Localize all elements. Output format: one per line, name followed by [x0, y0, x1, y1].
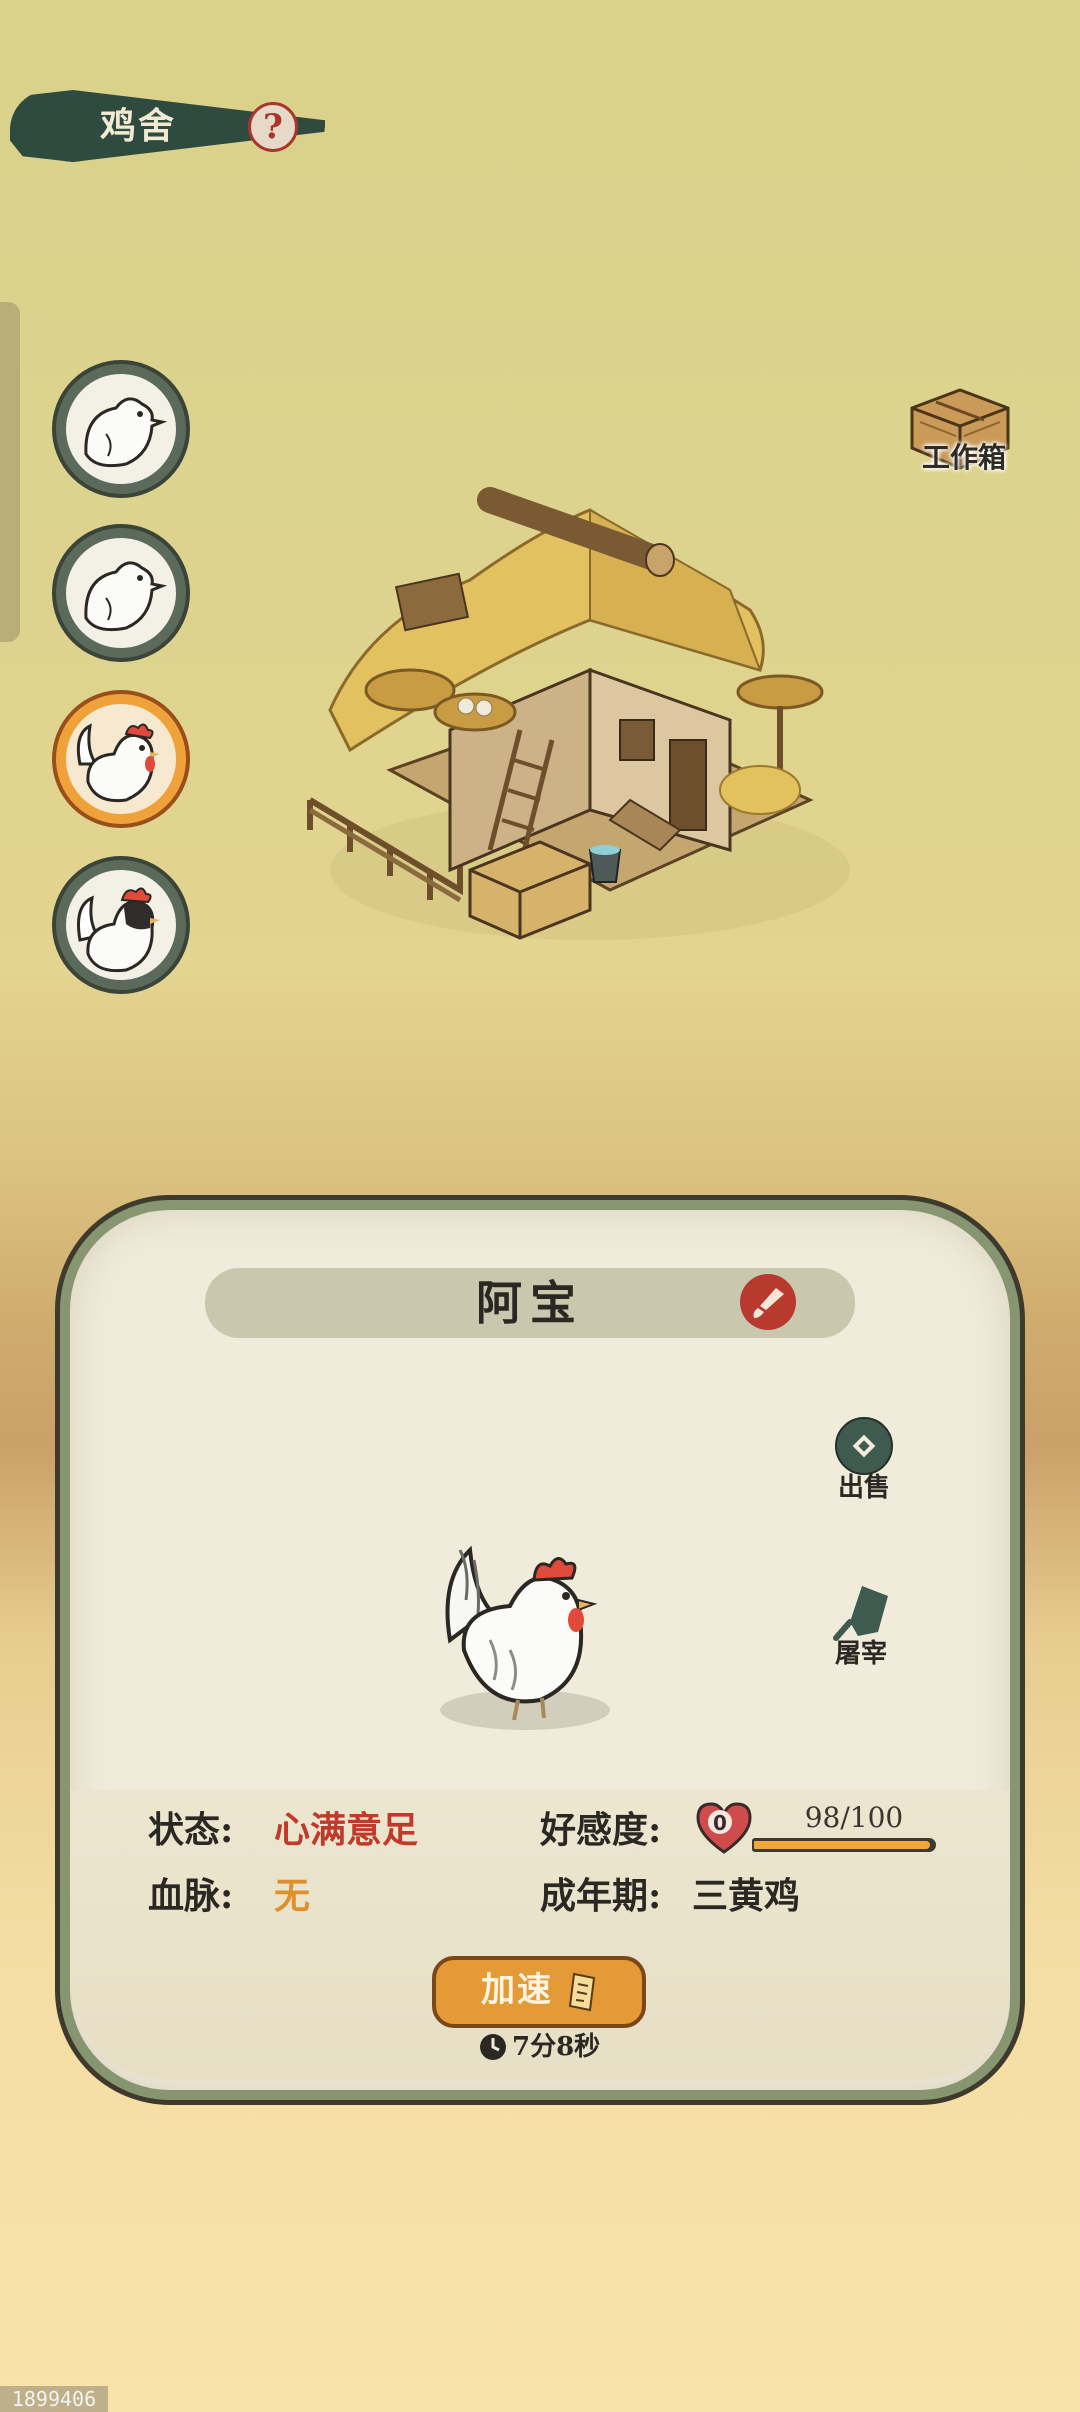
bloodline-label: 血脉: — [148, 1875, 234, 1917]
bloodline-value: 无 — [274, 1875, 311, 1917]
sell-button[interactable]: 出售 — [819, 1472, 909, 1504]
affinity-progress-fill — [754, 1841, 930, 1849]
heart-icon: 0 — [696, 1802, 752, 1854]
chicken-avatar-3-selected[interactable] — [52, 690, 190, 828]
chicken-avatar-2[interactable] — [52, 524, 190, 662]
cleaver-icon[interactable] — [832, 1582, 892, 1642]
black-white-hen-icon — [77, 887, 160, 973]
side-drawer-handle[interactable] — [0, 302, 20, 642]
chicken-avatar-4[interactable] — [52, 856, 190, 994]
status-label: 状态: — [148, 1809, 234, 1851]
rename-button[interactable] — [740, 1274, 796, 1330]
white-hen-icon — [76, 723, 160, 803]
page-title: 鸡舍 — [100, 105, 177, 147]
white-chick-icon — [84, 397, 168, 468]
adult-stage-value: 三黄鸡 — [692, 1875, 801, 1917]
watermark-id: 1899406 — [0, 2386, 108, 2412]
white-hen-figure — [445, 1545, 598, 1721]
affinity-progress-bar — [752, 1838, 936, 1852]
adult-stage-label: 成年期: — [540, 1875, 662, 1917]
affinity-label: 好感度: — [540, 1809, 662, 1851]
chicken-coop-building[interactable] — [290, 470, 850, 970]
question-mark-icon[interactable]: ? — [248, 102, 298, 152]
slaughter-button[interactable]: 屠宰 — [816, 1638, 906, 1670]
brush-icon — [753, 1288, 784, 1318]
white-chick-icon — [84, 561, 168, 632]
chicken-avatar-1[interactable] — [52, 360, 190, 498]
workbox-label[interactable]: 工作箱 — [902, 440, 1026, 476]
ticket-icon — [568, 1972, 596, 2012]
coin-icon[interactable] — [834, 1416, 894, 1476]
affinity-level: 0 — [713, 1811, 727, 1835]
status-value: 心满意足 — [274, 1809, 419, 1851]
clock-icon — [480, 2034, 506, 2060]
speed-up-timer: 7分8秒 — [512, 2032, 601, 2062]
affinity-progress-text: 98/100 — [804, 1801, 904, 1834]
